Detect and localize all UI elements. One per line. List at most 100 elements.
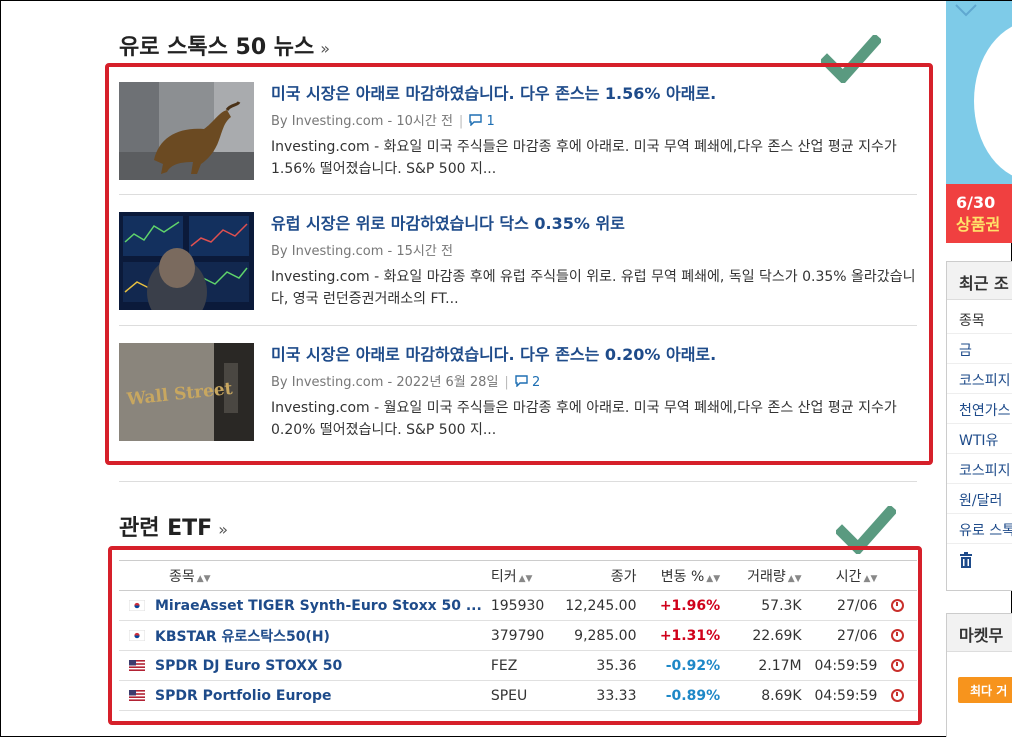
- news-source: By Investing.com: [271, 114, 384, 129]
- etf-section-title[interactable]: 관련 ETF »: [119, 510, 228, 542]
- etf-volume: 2.17M: [720, 650, 802, 681]
- comments-link[interactable]: 2: [515, 375, 540, 390]
- news-excerpt: Investing.com - 월요일 미국 주식들은 마감종 후에 아래로. …: [271, 400, 897, 438]
- comment-count: 2: [531, 375, 541, 390]
- table-row[interactable]: MiraeAsset TIGER Synth-Euro Stoxx 50 ...…: [119, 590, 917, 621]
- news-divider: [119, 325, 917, 326]
- recent-quotes-col-header: 종목: [947, 300, 1012, 334]
- recent-quote-link[interactable]: 천연가스: [947, 394, 1012, 424]
- news-time: 2022년 6월 28일: [396, 375, 499, 390]
- etf-time: 04:59:59: [801, 650, 878, 681]
- table-row[interactable]: SPDR DJ Euro STOXX 50 FEZ 35.36 -0.92% 2…: [119, 650, 917, 681]
- etf-time: 27/06: [801, 620, 878, 651]
- col-time-header[interactable]: 시간 ▲▼: [801, 560, 878, 591]
- etf-volume: 57.3K: [720, 590, 802, 621]
- trash-button[interactable]: [947, 544, 1012, 572]
- etf-ticker: SPEU: [490, 680, 561, 711]
- table-row[interactable]: KBSTAR 유로스탁스50(H) 379790 9,285.00 +1.31%…: [119, 620, 917, 651]
- etf-table-header: 종목 ▲▼ 티커 ▲▼ 종가 변동 % ▲▼ 거래량 ▲▼ 시간 ▲▼: [119, 560, 917, 591]
- news-thumbnail-trader[interactable]: [119, 212, 254, 310]
- clock-icon: [890, 629, 904, 642]
- news-meta: By Investing.com - 15시간 전: [271, 244, 453, 259]
- news-meta: By Investing.com - 10시간 전 | 1: [271, 114, 495, 129]
- market-movers-title: 마켓무: [947, 614, 1012, 652]
- etf-price: 12,245.00: [560, 590, 637, 621]
- news-time: 15시간 전: [396, 244, 453, 259]
- col-name-header[interactable]: 종목 ▲▼: [155, 560, 491, 591]
- etf-name-link[interactable]: SPDR DJ Euro STOXX 50: [155, 650, 491, 681]
- etf-change: +1.31%: [636, 620, 721, 651]
- col-volume-header[interactable]: 거래량 ▲▼: [720, 560, 802, 591]
- news-time: 10시간 전: [396, 114, 453, 129]
- news-title-text: 유로 스톡스 50 뉴스: [119, 35, 315, 60]
- news-thumbnail-bull[interactable]: [119, 82, 254, 180]
- etf-name-link[interactable]: KBSTAR 유로스탁스50(H): [155, 620, 491, 651]
- flag-usa-icon: [119, 650, 155, 681]
- clock-icon: [890, 689, 904, 702]
- news-headline-link[interactable]: 미국 시장은 아래로 마감하였습니다. 다우 존스는 1.56% 아래로.: [271, 80, 716, 104]
- etf-ticker: 195930: [490, 590, 561, 621]
- trash-icon: [960, 552, 972, 568]
- advertisement-banner[interactable]: 6/30 상품권: [946, 1, 1012, 243]
- section-divider: [119, 481, 917, 482]
- comment-icon: [515, 375, 528, 388]
- right-sidebar: 6/30 상품권 최근 조 종목 금 코스피지 천연가스 WTI유 코스피지 원…: [946, 1, 1012, 737]
- etf-title-text: 관련 ETF: [119, 516, 213, 541]
- col-change-header[interactable]: 변동 % ▲▼: [636, 560, 721, 591]
- table-row[interactable]: SPDR Portfolio Europe SPEU 33.33 -0.89% …: [119, 680, 917, 711]
- etf-change: +1.96%: [636, 590, 721, 621]
- market-movers-box: 마켓무: [946, 613, 1012, 737]
- clock-icon: [890, 659, 904, 672]
- news-divider: [119, 194, 917, 195]
- etf-ticker: FEZ: [490, 650, 561, 681]
- etf-time: 04:59:59: [801, 680, 878, 711]
- flag-korea-icon: [119, 590, 155, 621]
- comment-count: 1: [486, 114, 495, 129]
- ad-promo-text: 6/30 상품권: [946, 184, 1012, 243]
- etf-name-link[interactable]: SPDR Portfolio Europe: [155, 680, 491, 711]
- news-item[interactable]: 유럽 시장은 위로 마감하였습니다 닥스 0.35% 위로 By Investi…: [119, 199, 917, 327]
- news-excerpt: Investing.com - 화요일 미국 주식들은 마감종 후에 아래로. …: [271, 139, 897, 177]
- recent-quotes-title: 최근 조: [947, 262, 1012, 300]
- recent-quote-link[interactable]: 금: [947, 334, 1012, 364]
- news-excerpt: Investing.com - 화요일 마감종 후에 유럽 주식들이 위로. 유…: [271, 269, 916, 307]
- recent-quote-link[interactable]: 유로 스톡: [947, 514, 1012, 544]
- flag-usa-icon: [119, 680, 155, 711]
- news-item[interactable]: 미국 시장은 아래로 마감하였습니다. 다우 존스는 1.56% 아래로. By…: [119, 69, 917, 197]
- news-section-title[interactable]: 유로 스톡스 50 뉴스 »: [119, 29, 330, 61]
- recent-quote-link[interactable]: 코스피지: [947, 364, 1012, 394]
- news-meta: By Investing.com - 2022년 6월 28일 | 2: [271, 375, 541, 390]
- news-item[interactable]: Wall Street 미국 시장은 아래로 마감하였습니다. 다우 존스는 0…: [119, 330, 917, 458]
- recent-quote-link[interactable]: 원/달러: [947, 484, 1012, 514]
- news-headline-link[interactable]: 미국 시장은 아래로 마감하였습니다. 다우 존스는 0.20% 아래로.: [271, 341, 716, 365]
- ad-chevron-icon: [955, 4, 977, 17]
- col-ticker-header[interactable]: 티커 ▲▼: [490, 560, 561, 591]
- col-price-header: 종가: [560, 560, 637, 591]
- etf-ticker: 379790: [490, 620, 561, 651]
- etf-price: 33.33: [560, 680, 637, 711]
- news-more-arrow[interactable]: »: [320, 39, 330, 58]
- comments-link[interactable]: 1: [469, 114, 495, 129]
- flag-korea-icon: [119, 620, 155, 651]
- etf-change: -0.92%: [636, 650, 721, 681]
- recent-quotes-box: 최근 조 종목 금 코스피지 천연가스 WTI유 코스피지 원/달러 유로 스톡: [946, 261, 1012, 591]
- news-headline-link[interactable]: 유럽 시장은 위로 마감하였습니다 닥스 0.35% 위로: [271, 210, 625, 234]
- comment-icon: [469, 114, 483, 127]
- etf-name-link[interactable]: MiraeAsset TIGER Synth-Euro Stoxx 50 ...: [155, 590, 491, 621]
- etf-more-arrow[interactable]: »: [218, 520, 228, 539]
- recent-quote-link[interactable]: 코스피지: [947, 454, 1012, 484]
- etf-price: 35.36: [560, 650, 637, 681]
- news-thumbnail-wallstreet[interactable]: Wall Street: [119, 343, 254, 441]
- recent-quote-link[interactable]: WTI유: [947, 424, 1012, 454]
- etf-volume: 8.69K: [720, 680, 802, 711]
- etf-change: -0.89%: [636, 680, 721, 711]
- main-content: 유로 스톡스 50 뉴스 » 미국 시장은 아래로 마감하였습니다. 다우 존스는…: [1, 1, 933, 737]
- clock-icon: [890, 599, 904, 612]
- news-source: By Investing.com: [271, 244, 384, 259]
- etf-volume: 22.69K: [720, 620, 802, 651]
- most-active-button[interactable]: 최다 거: [958, 677, 1012, 703]
- etf-table: 종목 ▲▼ 티커 ▲▼ 종가 변동 % ▲▼ 거래량 ▲▼ 시간 ▲▼ MiraeAsse…: [119, 560, 917, 711]
- news-source: By Investing.com: [271, 375, 384, 390]
- ad-graphic: [974, 21, 1012, 181]
- etf-time: 27/06: [801, 590, 878, 621]
